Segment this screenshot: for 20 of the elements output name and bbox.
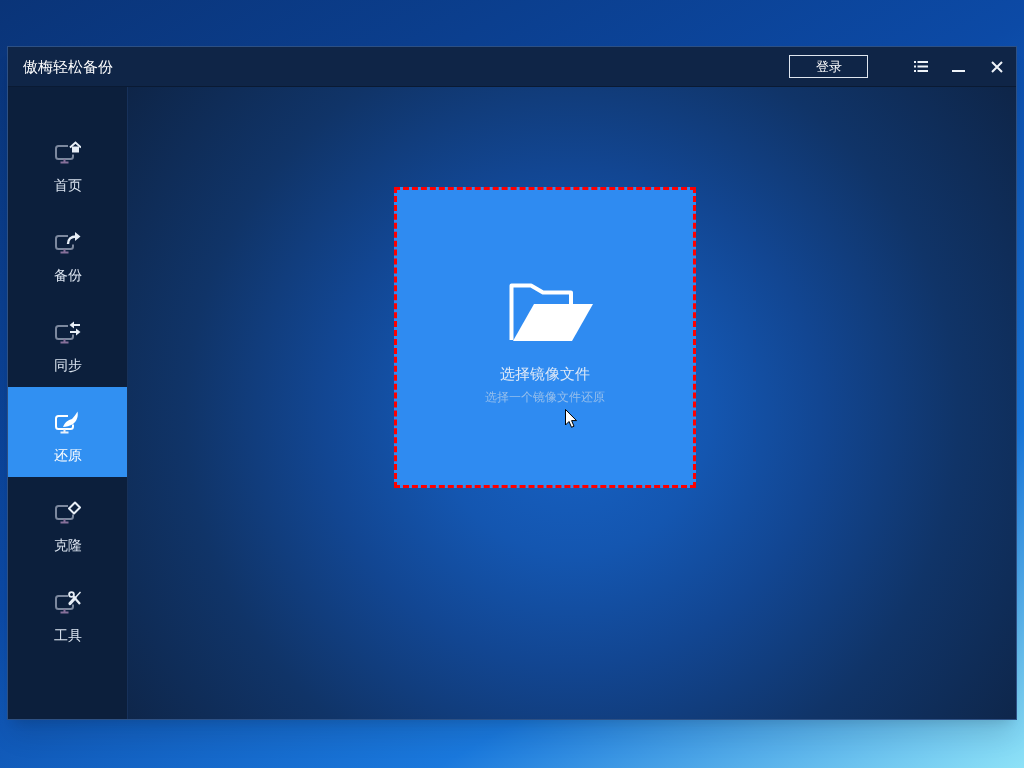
window-title: 傲梅轻松备份	[23, 56, 113, 77]
monitor-tools-icon	[54, 591, 81, 615]
minimize-icon[interactable]	[952, 69, 965, 72]
sidebar-tab[interactable]: 首页	[8, 117, 127, 207]
mouse-pointer-icon	[565, 409, 577, 428]
sidebar-tab[interactable]: 工具	[8, 567, 127, 657]
monitor-arrow-icon	[54, 231, 81, 255]
sidebar-tab[interactable]: 克隆	[8, 477, 127, 567]
monitor-feather-icon	[54, 411, 81, 435]
login-button[interactable]: 登录	[789, 55, 868, 78]
sidebar-tab[interactable]: 同步	[8, 297, 127, 387]
menu-icon[interactable]	[914, 61, 928, 72]
drop-zone-hint: 选择一个镜像文件还原	[485, 389, 605, 406]
monitor-diamond-icon	[54, 501, 81, 525]
drop-zone-title: 选择镜像文件	[500, 364, 590, 384]
monitor-arrows-icon	[54, 321, 81, 345]
close-icon[interactable]	[991, 60, 1003, 73]
sidebar-tab[interactable]: 备份	[8, 207, 127, 297]
monitor-house-icon	[54, 141, 81, 165]
folder-icon	[508, 283, 593, 341]
